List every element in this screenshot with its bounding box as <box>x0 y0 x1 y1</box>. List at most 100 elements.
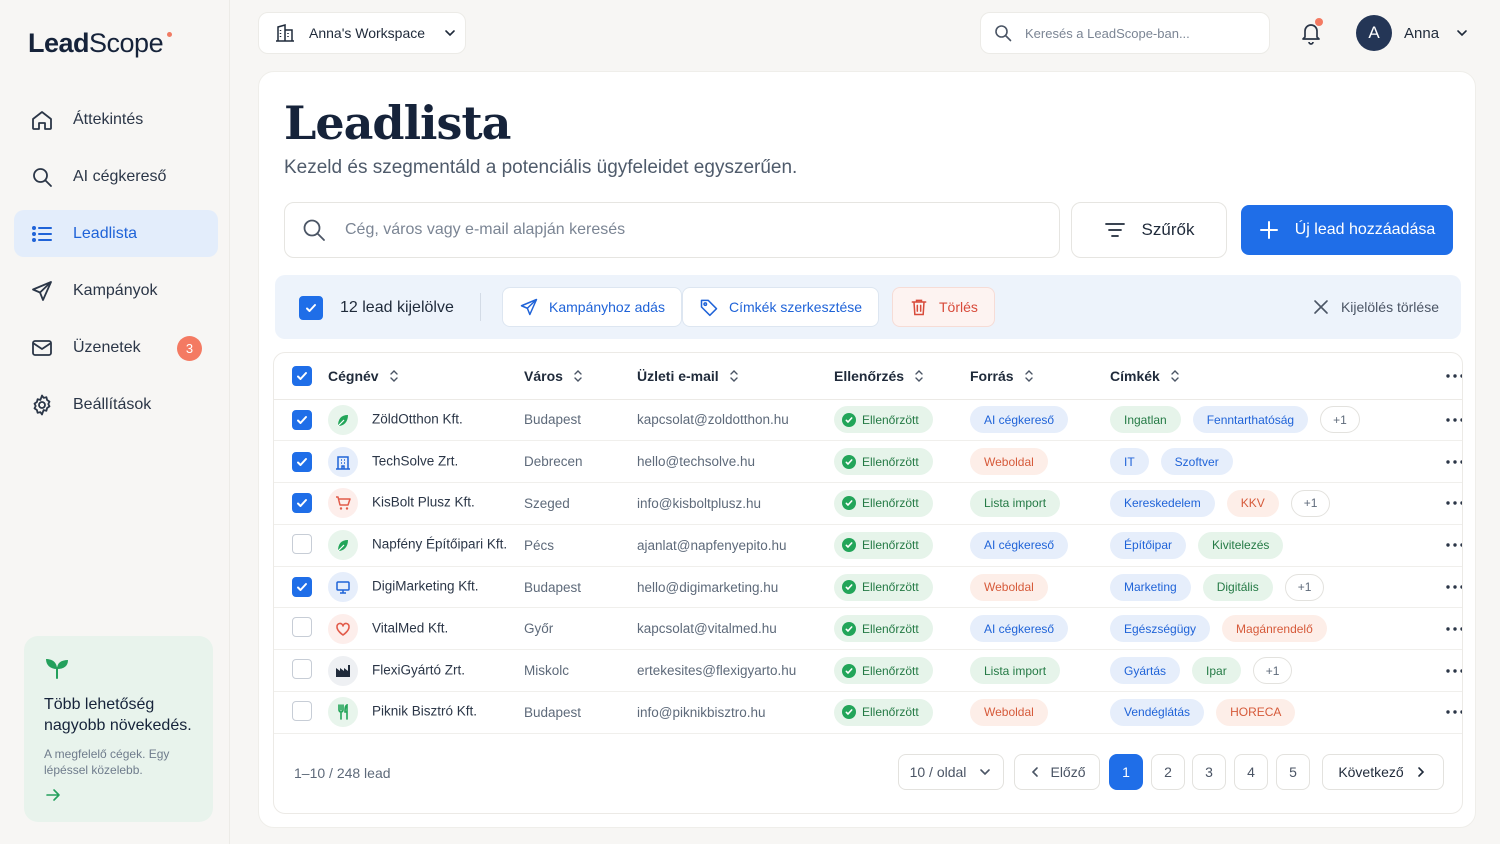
workspace-switcher[interactable]: Anna's Workspace <box>258 12 466 54</box>
tag-pill[interactable]: Gyártás <box>1110 657 1181 685</box>
edit-tags-button[interactable]: Címkék szerkesztése <box>682 287 880 327</box>
row-checkbox[interactable] <box>292 533 312 554</box>
table-row[interactable]: Piknik Bisztró Kft. Budapest info@piknik… <box>274 691 1462 734</box>
tag-pill[interactable]: Egészségügy <box>1110 615 1211 643</box>
sidebar-item-ai-search[interactable]: AI cégkereső <box>14 153 218 200</box>
next-page-button[interactable]: Következő <box>1322 754 1444 790</box>
email-cell[interactable]: kapcsolat@zoldotthon.hu <box>637 399 834 442</box>
more-tags-pill[interactable]: +1 <box>1290 489 1331 517</box>
tag-pill[interactable]: Szoftver <box>1160 448 1233 476</box>
row-actions-button[interactable] <box>1410 524 1462 567</box>
user-name: Anna <box>1404 24 1440 42</box>
user-menu[interactable]: A Anna <box>1356 15 1469 51</box>
tag-pill[interactable]: Ipar <box>1192 657 1241 685</box>
tag-pill[interactable]: KKV <box>1226 489 1279 517</box>
lead-search-placeholder: Cég, város vagy e-mail alapján keresés <box>345 221 626 238</box>
row-checkbox[interactable] <box>292 577 312 598</box>
email-cell[interactable]: info@piknikbisztro.hu <box>637 691 834 734</box>
prev-page-button[interactable]: Előző <box>1014 754 1100 790</box>
sidebar-item-campaigns[interactable]: Kampányok <box>14 267 218 314</box>
table-row[interactable]: VitalMed Kft. Győr kapcsolat@vitalmed.hu… <box>274 607 1462 651</box>
page-button-4[interactable]: 4 <box>1234 754 1268 790</box>
email-cell[interactable]: ertekesites@flexigyarto.hu <box>637 649 834 693</box>
column-header-city[interactable]: Város <box>524 353 637 400</box>
company-name[interactable]: TechSolve Zrt. <box>372 453 458 468</box>
select-all-selected-checkbox[interactable] <box>299 296 323 320</box>
company-name[interactable]: DigiMarketing Kft. <box>372 579 479 594</box>
delete-button[interactable]: Törlés <box>892 287 995 327</box>
clear-selection-button[interactable]: Kijelölés törlése <box>1313 299 1439 315</box>
logo-dot <box>167 32 173 37</box>
page-button-5[interactable]: 5 <box>1276 754 1310 790</box>
row-checkbox[interactable] <box>292 659 312 680</box>
more-tags-pill[interactable]: +1 <box>1252 657 1293 685</box>
sidebar-item-leadlist[interactable]: Leadlista <box>14 210 218 257</box>
page-button-1[interactable]: 1 <box>1109 754 1143 790</box>
row-actions-button[interactable] <box>1410 440 1462 484</box>
tag-pill[interactable]: Kivitelezés <box>1198 531 1284 559</box>
row-actions-button[interactable] <box>1410 482 1462 525</box>
tag-pill[interactable]: Digitális <box>1202 573 1273 601</box>
tag-pill[interactable]: Kereskedelem <box>1110 489 1215 517</box>
tag-pill[interactable]: Ingatlan <box>1110 406 1181 434</box>
table-row[interactable]: KisBolt Plusz Kft. Szeged info@kisboltpl… <box>274 482 1462 525</box>
tag-pill[interactable]: Fenntarthatóság <box>1192 406 1309 434</box>
filters-label: Szűrők <box>1141 220 1195 239</box>
column-header-company[interactable]: Cégnév <box>328 353 524 400</box>
email-cell[interactable]: kapcsolat@vitalmed.hu <box>637 607 834 651</box>
tag-pill[interactable]: HORECA <box>1216 698 1296 726</box>
table-row[interactable]: DigiMarketing Kft. Budapest hello@digima… <box>274 566 1462 609</box>
global-search-input[interactable]: Keresés a LeadScope-ban... <box>980 12 1270 54</box>
company-name[interactable]: KisBolt Plusz Kft. <box>372 495 475 510</box>
company-name[interactable]: VitalMed Kft. <box>372 620 448 635</box>
table-options-button[interactable] <box>1410 353 1462 400</box>
tag-pill[interactable]: Építőipar <box>1110 531 1187 559</box>
add-lead-button[interactable]: Új lead hozzáadása <box>1241 205 1453 255</box>
arrow-right-icon[interactable] <box>44 786 62 804</box>
email-cell[interactable]: info@kisboltplusz.hu <box>637 482 834 525</box>
tag-pill[interactable]: Magánrendelő <box>1222 615 1327 643</box>
company-name[interactable]: Napfény Építőipari Kft. <box>372 537 507 552</box>
sidebar-item-messages[interactable]: Üzenetek 3 <box>14 324 218 371</box>
sidebar-item-settings[interactable]: Beállítások <box>14 381 218 428</box>
row-actions-button[interactable] <box>1410 399 1462 442</box>
row-checkbox[interactable] <box>292 451 312 472</box>
row-actions-button[interactable] <box>1410 607 1462 651</box>
app-logo[interactable]: LeadScope <box>28 28 173 59</box>
company-name[interactable]: Piknik Bisztró Kft. <box>372 704 477 719</box>
email-cell[interactable]: hello@techsolve.hu <box>637 440 834 484</box>
per-page-select[interactable]: 10 / oldal <box>898 754 1004 790</box>
email-cell[interactable]: hello@digimarketing.hu <box>637 566 834 609</box>
column-header-source[interactable]: Forrás <box>970 353 1110 400</box>
email-cell[interactable]: ajanlat@napfenyepito.hu <box>637 524 834 567</box>
lead-search-input[interactable]: Cég, város vagy e-mail alapján keresés <box>284 202 1060 258</box>
more-tags-pill[interactable]: +1 <box>1320 406 1360 434</box>
page-button-3[interactable]: 3 <box>1192 754 1226 790</box>
sidebar-item-overview[interactable]: Áttekintés <box>14 96 218 143</box>
tag-pill[interactable]: Marketing <box>1110 573 1191 601</box>
select-all-checkbox[interactable] <box>292 365 312 386</box>
row-checkbox[interactable] <box>292 493 312 514</box>
column-header-email[interactable]: Üzleti e-mail <box>637 353 834 400</box>
page-button-2[interactable]: 2 <box>1151 754 1185 790</box>
column-header-verification[interactable]: Ellenőrzés <box>834 353 970 400</box>
company-name[interactable]: FlexiGyártó Zrt. <box>372 662 465 677</box>
table-row[interactable]: TechSolve Zrt. Debrecen hello@techsolve.… <box>274 440 1462 484</box>
filters-button[interactable]: Szűrők <box>1071 202 1227 258</box>
column-header-tags[interactable]: Címkék <box>1110 353 1410 400</box>
row-actions-button[interactable] <box>1410 649 1462 693</box>
row-checkbox[interactable] <box>292 617 312 638</box>
row-checkbox[interactable] <box>292 700 312 721</box>
row-actions-button[interactable] <box>1410 566 1462 609</box>
table-row[interactable]: ZöldOtthon Kft. Budapest kapcsolat@zoldo… <box>274 399 1462 442</box>
row-actions-button[interactable] <box>1410 691 1462 734</box>
table-row[interactable]: FlexiGyártó Zrt. Miskolc ertekesites@fle… <box>274 649 1462 693</box>
row-checkbox[interactable] <box>292 409 312 430</box>
notifications-button[interactable] <box>1299 18 1323 46</box>
add-to-campaign-button[interactable]: Kampányhoz adás <box>502 287 682 327</box>
company-name[interactable]: ZöldOtthon Kft. <box>372 411 463 426</box>
more-tags-pill[interactable]: +1 <box>1284 573 1325 601</box>
tag-pill[interactable]: IT <box>1110 448 1149 476</box>
table-row[interactable]: Napfény Építőipari Kft. Pécs ajanlat@nap… <box>274 524 1462 567</box>
tag-pill[interactable]: Vendéglátás <box>1110 698 1205 726</box>
